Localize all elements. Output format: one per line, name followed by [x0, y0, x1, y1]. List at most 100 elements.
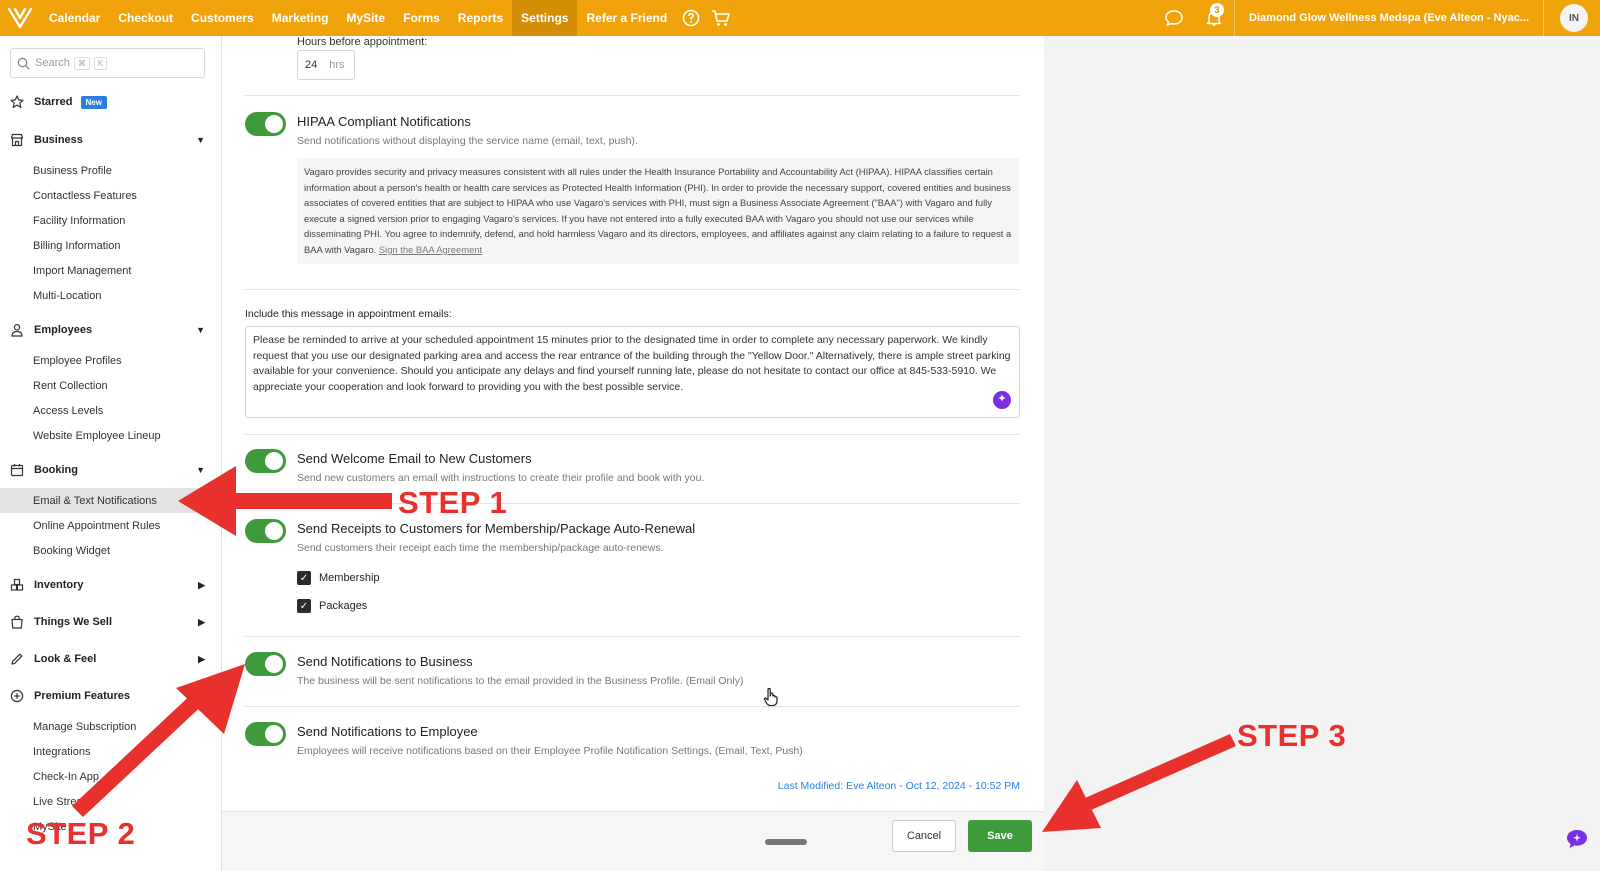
sidebar-item-live-stream[interactable]: Live Stream: [0, 789, 221, 814]
sidebar-item-business-profile[interactable]: Business Profile: [0, 158, 221, 183]
settings-sidebar: Search ⌘ K Starred New Business ▼ Busine…: [0, 36, 222, 871]
search-icon: [17, 57, 30, 69]
things-we-sell-label: Things We Sell: [34, 616, 113, 628]
step-2-label: STEP 2: [26, 816, 136, 851]
booking-label: Booking: [34, 464, 78, 476]
notification-count-badge: 3: [1210, 3, 1225, 17]
sidebar-item-access-levels[interactable]: Access Levels: [0, 398, 221, 423]
inventory-label: Inventory: [34, 579, 84, 591]
nav-refer-a-friend[interactable]: Refer a Friend: [577, 0, 676, 36]
nav-checkout[interactable]: Checkout: [109, 0, 182, 36]
sidebar-item-billing-information[interactable]: Billing Information: [0, 233, 221, 258]
action-footer: Cancel Save: [222, 811, 1044, 871]
vagaro-logo-icon[interactable]: [0, 0, 40, 36]
employee-notifications-toggle[interactable]: [245, 722, 286, 746]
nav-reports[interactable]: Reports: [449, 0, 512, 36]
hipaa-title: HIPAA Compliant Notifications: [297, 114, 471, 129]
nav-customers[interactable]: Customers: [182, 0, 263, 36]
sidebar-item-rent-collection[interactable]: Rent Collection: [0, 373, 221, 398]
sidebar-item-manage-subscription[interactable]: Manage Subscription: [0, 714, 221, 739]
receipts-desc: Send customers their receipt each time t…: [297, 542, 664, 554]
receipts-toggle[interactable]: [245, 519, 286, 543]
chevron-down-icon: ▼: [196, 325, 205, 335]
hipaa-toggle[interactable]: [245, 112, 286, 136]
ai-sparkle-icon[interactable]: ✦: [993, 391, 1011, 409]
sidebar-section-starred[interactable]: Starred New: [0, 84, 221, 120]
boxes-icon: [10, 578, 28, 592]
chat-icon[interactable]: [1154, 0, 1194, 36]
sidebar-item-employee-profiles[interactable]: Employee Profiles: [0, 348, 221, 373]
sidebar-search-input[interactable]: Search ⌘ K: [10, 48, 205, 78]
sidebar-section-look-feel[interactable]: Look & Feel ▶: [0, 641, 221, 677]
sidebar-item-import-management[interactable]: Import Management: [0, 258, 221, 283]
business-switcher[interactable]: Diamond Glow Wellness Medspa (Eve Alteon…: [1234, 0, 1544, 36]
chevron-down-icon: ▼: [196, 465, 205, 475]
sidebar-item-booking-widget[interactable]: Booking Widget: [0, 538, 221, 563]
employees-label: Employees: [34, 324, 93, 336]
sidebar-item-online-appointment-rules[interactable]: Online Appointment Rules: [0, 513, 221, 538]
new-badge: New: [80, 95, 107, 109]
save-button[interactable]: Save: [968, 820, 1032, 852]
packages-checkbox[interactable]: ✓ Packages: [297, 599, 367, 613]
calendar-icon: [10, 463, 28, 477]
divider: [245, 706, 1020, 707]
sidebar-section-premium-features[interactable]: Premium Features: [0, 678, 221, 714]
membership-checkbox[interactable]: ✓ Membership: [297, 571, 380, 585]
shopping-bag-icon: [10, 615, 28, 629]
membership-label: Membership: [319, 572, 380, 584]
welcome-email-toggle[interactable]: [245, 449, 286, 473]
support-chat-icon[interactable]: [1565, 828, 1589, 850]
chevron-down-icon: ▼: [196, 135, 205, 145]
sign-baa-link[interactable]: Sign the BAA Agreement: [379, 244, 482, 255]
divider: [245, 434, 1020, 435]
sidebar-item-email-text-notifications[interactable]: Email & Text Notifications: [0, 488, 221, 513]
business-label: Business: [34, 134, 83, 146]
appointment-message-label: Include this message in appointment emai…: [245, 308, 452, 320]
nav-settings[interactable]: Settings: [512, 0, 578, 36]
help-icon[interactable]: [676, 0, 706, 36]
user-avatar[interactable]: IN: [1560, 4, 1588, 32]
hipaa-disclaimer: Vagaro provides security and privacy mea…: [297, 158, 1019, 264]
business-notifications-title: Send Notifications to Business: [297, 654, 473, 669]
drag-handle[interactable]: [765, 839, 807, 845]
cart-icon[interactable]: [706, 0, 736, 36]
sidebar-item-contactless-features[interactable]: Contactless Features: [0, 183, 221, 208]
notifications-bell-icon[interactable]: 3: [1194, 0, 1234, 36]
appointment-message-text: Please be reminded to arrive at your sch…: [253, 334, 1011, 393]
hipaa-desc: Send notifications without displaying th…: [297, 135, 638, 147]
sidebar-section-employees[interactable]: Employees ▼: [0, 312, 221, 348]
sidebar-section-inventory[interactable]: Inventory ▶: [0, 567, 221, 603]
appointment-message-textarea[interactable]: Please be reminded to arrive at your sch…: [245, 326, 1020, 418]
nav-calendar[interactable]: Calendar: [40, 0, 109, 36]
sidebar-item-integrations[interactable]: Integrations: [0, 739, 221, 764]
hours-before-input[interactable]: 24 hrs: [297, 50, 355, 80]
last-modified-text: Last Modified: Eve Alteon - Oct 12, 2024…: [777, 780, 1020, 792]
shortcut-cmd-key: ⌘: [73, 56, 90, 70]
hours-unit: hrs: [329, 59, 345, 71]
employee-notifications-title: Send Notifications to Employee: [297, 724, 478, 739]
search-placeholder: Search: [35, 57, 70, 69]
checkmark-icon: ✓: [297, 571, 311, 585]
packages-label: Packages: [319, 600, 368, 612]
step-1-label: STEP 1: [398, 485, 508, 520]
business-notifications-toggle[interactable]: [245, 652, 286, 676]
sidebar-section-things-we-sell[interactable]: Things We Sell ▶: [0, 604, 221, 640]
notifications-settings-panel: Hours before appointment: 24 hrs HIPAA C…: [222, 36, 1044, 871]
hand-cursor-icon: [763, 687, 779, 712]
nav-marketing[interactable]: Marketing: [263, 0, 338, 36]
nav-mysite[interactable]: MySite: [337, 0, 394, 36]
welcome-email-desc: Send new customers an email with instruc…: [297, 472, 705, 484]
pencil-icon: [10, 652, 28, 666]
sidebar-section-business[interactable]: Business ▼: [0, 122, 221, 158]
sidebar-item-website-employee-lineup[interactable]: Website Employee Lineup: [0, 423, 221, 448]
chevron-right-icon: ▶: [198, 616, 205, 627]
sidebar-section-booking[interactable]: Booking ▼: [0, 452, 221, 488]
cancel-button[interactable]: Cancel: [892, 820, 956, 852]
nav-forms[interactable]: Forms: [394, 0, 449, 36]
receipts-title: Send Receipts to Customers for Membershi…: [297, 521, 696, 536]
starred-label: Starred: [34, 96, 73, 108]
sidebar-item-check-in-app[interactable]: Check-In App: [0, 764, 221, 789]
sidebar-item-multi-location[interactable]: Multi-Location: [0, 283, 221, 308]
sidebar-item-facility-information[interactable]: Facility Information: [0, 208, 221, 233]
hours-before-label: Hours before appointment:: [297, 36, 428, 48]
